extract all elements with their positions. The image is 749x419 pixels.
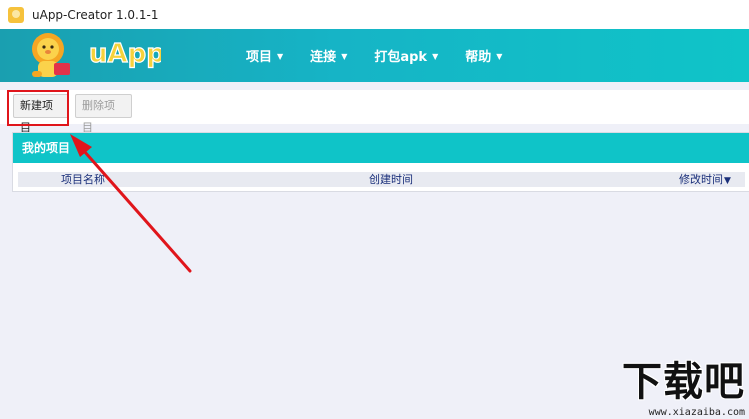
column-header-name[interactable]: 项目名称 <box>61 172 105 187</box>
toolbar: 新建项目 删除项目 <box>0 90 749 134</box>
nav-label: 打包apk <box>374 50 428 65</box>
projects-panel: 我的项目 项目名称 创建时间 修改时间▼ <box>12 132 749 192</box>
column-label: 修改时间 <box>679 173 723 186</box>
chevron-down-icon: ▼ <box>496 51 503 61</box>
watermark: 下载吧 www.xiazaiba.com <box>608 360 749 419</box>
nav-item-connect[interactable]: 连接 ▼ <box>310 46 347 65</box>
nav-label: 连接 <box>310 50 337 65</box>
delete-project-button[interactable]: 删除项目 <box>75 94 132 134</box>
lion-mascot-icon <box>32 33 70 77</box>
main-nav: 项目 ▼ 连接 ▼ 打包apk ▼ 帮助 ▼ <box>246 29 529 82</box>
title-bar: uApp-Creator 1.0.1-1 <box>0 0 749 29</box>
nav-label: 帮助 <box>465 50 492 65</box>
watermark-url: www.xiazaiba.com <box>648 407 745 418</box>
nav-item-package-apk[interactable]: 打包apk ▼ <box>374 46 438 65</box>
chevron-down-icon: ▼ <box>341 51 348 61</box>
watermark-logo-text: 下载吧 <box>622 359 745 405</box>
chevron-down-icon: ▼ <box>432 51 439 61</box>
app-header: uApp 项目 ▼ 连接 ▼ 打包apk ▼ 帮助 ▼ <box>0 29 749 82</box>
table-header: 项目名称 创建时间 修改时间▼ <box>18 172 745 187</box>
column-header-modified[interactable]: 修改时间▼ <box>679 172 731 189</box>
panel-title: 我的项目 <box>13 133 749 163</box>
svg-text:uApp: uApp <box>89 39 161 69</box>
nav-item-help[interactable]: 帮助 ▼ <box>465 46 502 65</box>
nav-label: 项目 <box>246 50 273 65</box>
uapp-logo: uApp <box>89 38 161 69</box>
window-title: uApp-Creator 1.0.1-1 <box>32 7 159 22</box>
sort-descending-icon: ▼ <box>724 176 731 186</box>
annotation-highlight-box <box>7 90 69 126</box>
app-icon <box>8 6 24 23</box>
chevron-down-icon: ▼ <box>277 51 284 61</box>
nav-item-project[interactable]: 项目 ▼ <box>246 46 283 65</box>
column-header-created[interactable]: 创建时间 <box>369 172 413 187</box>
